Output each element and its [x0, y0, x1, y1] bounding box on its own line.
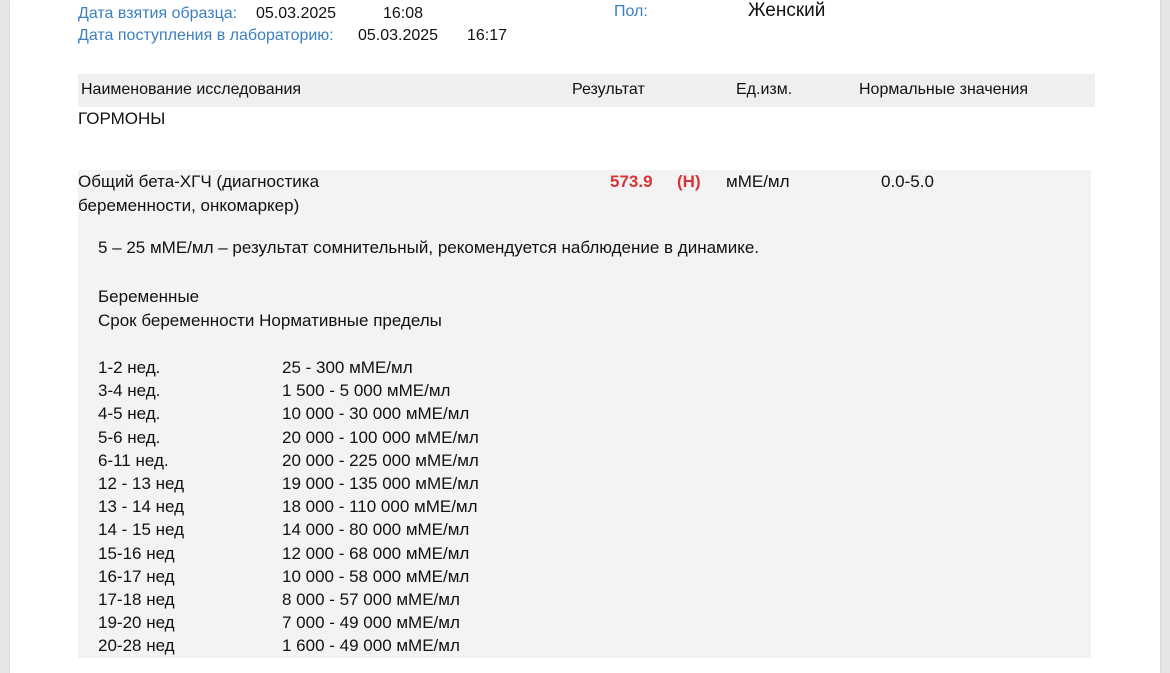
- col-result: Результат: [572, 81, 645, 98]
- range-value: 19 000 - 135 000 мМЕ/мл: [282, 473, 479, 493]
- pregnant-header: Срок беременности Нормативные пределы: [98, 311, 442, 330]
- range-term: 13 - 14 нед: [98, 497, 185, 517]
- result-unit: мМЕ/мл: [726, 172, 790, 191]
- range-term: 14 - 15 нед: [98, 520, 185, 540]
- col-test-name: Наименование исследования: [81, 81, 302, 98]
- lab-report-page: Дата взятия образца: 05.03.2025 16:08 Да…: [10, 0, 1160, 673]
- range-value: 20 000 - 225 000 мМЕ/мл: [282, 450, 479, 470]
- range-term: 17-18 нед: [98, 589, 175, 609]
- results-table-header: Наименование исследования Результат Ед.и…: [78, 74, 1095, 107]
- lab-date-label: Дата поступления в лабораторию:: [78, 27, 334, 44]
- range-value: 10 000 - 58 000 мМЕ/мл: [282, 566, 470, 586]
- range-term: 4-5 нед.: [98, 404, 161, 424]
- result-note: 5 – 25 мМЕ/мл – результат сомнительный, …: [98, 238, 760, 257]
- range-term: 16-17 нед: [98, 566, 175, 586]
- range-value: 18 000 - 110 000 мМЕ/мл: [282, 497, 478, 517]
- result-flag: (Н): [677, 172, 701, 191]
- lab-time: 16:17: [467, 27, 508, 44]
- range-value: 8 000 - 57 000 мМЕ/мл: [282, 589, 460, 609]
- range-value: 1 500 - 5 000 мМЕ/мл: [282, 381, 451, 401]
- lab-date: 05.03.2025: [358, 27, 439, 44]
- range-term: 20-28 нед: [98, 636, 175, 656]
- range-term: 1-2 нед.: [98, 358, 161, 377]
- range-value: 10 000 - 30 000 мМЕ/мл: [282, 404, 470, 424]
- range-value: 7 000 - 49 000 мМЕ/мл: [282, 613, 460, 633]
- range-value: 25 - 300 мМЕ/мл: [282, 358, 413, 377]
- range-term: 12 - 13 нед: [98, 473, 185, 493]
- result-normal-range: 0.0-5.0: [881, 172, 934, 191]
- pregnant-title: Беременные: [98, 287, 200, 306]
- range-term: 5-6 нед.: [98, 427, 161, 447]
- test-name: Общий бета-ХГЧ (диагностика беременности…: [78, 172, 320, 215]
- range-value: 20 000 - 100 000 мМЕ/мл: [282, 427, 479, 447]
- range-value: 1 600 - 49 000 мМЕ/мл: [282, 636, 460, 656]
- range-value: 14 000 - 80 000 мМЕ/мл: [282, 520, 470, 540]
- range-term: 3-4 нед.: [98, 381, 161, 401]
- sample-date: 05.03.2025: [256, 5, 337, 22]
- section-title: ГОРМОНЫ: [78, 109, 166, 128]
- result-value: 573.9: [610, 172, 653, 191]
- sample-time: 16:08: [383, 5, 424, 22]
- range-term: 19-20 нед: [98, 613, 175, 633]
- col-normal: Нормальные значения: [859, 81, 1028, 98]
- sex-value: Женский: [748, 0, 826, 21]
- sex-label: Пол:: [614, 3, 648, 20]
- test-result-block: Общий бета-ХГЧ (диагностика беременности…: [78, 170, 1091, 658]
- col-unit: Ед.изм.: [736, 81, 793, 98]
- sample-date-label: Дата взятия образца:: [78, 5, 238, 22]
- range-term: 6-11 нед.: [98, 450, 169, 470]
- range-value: 12 000 - 68 000 мМЕ/мл: [282, 543, 470, 563]
- range-term: 15-16 нед: [98, 543, 175, 563]
